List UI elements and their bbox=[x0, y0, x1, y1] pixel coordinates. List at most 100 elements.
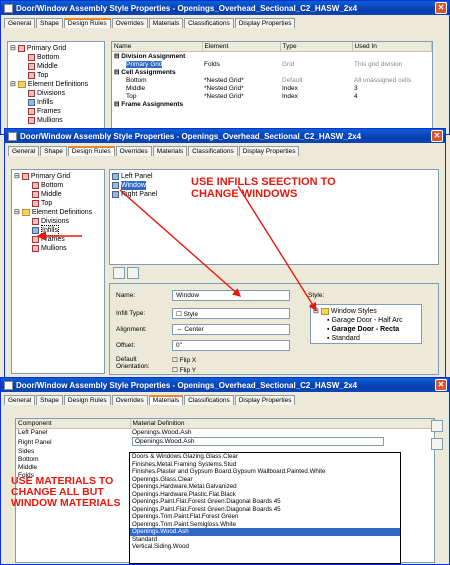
app-icon bbox=[4, 380, 13, 390]
column-header[interactable]: Component bbox=[16, 419, 131, 429]
tab-general[interactable]: General bbox=[4, 395, 36, 405]
folder-icon bbox=[17, 81, 26, 88]
tab-general[interactable]: General bbox=[8, 146, 40, 156]
tree-item[interactable]: Mullions bbox=[14, 244, 102, 253]
alignment-label: Alignment: bbox=[116, 326, 147, 333]
tab-materials[interactable]: Materials bbox=[152, 146, 188, 156]
remove-infill-button[interactable] bbox=[127, 267, 139, 279]
tab-display-properties[interactable]: Display Properties bbox=[238, 146, 300, 156]
tree-item[interactable]: ⊟ Window Styles bbox=[313, 307, 419, 316]
list-item[interactable]: Finishes.Metal.Framing Systems.Stud bbox=[130, 461, 400, 469]
tab-overrides[interactable]: Overrides bbox=[111, 18, 148, 28]
list-item[interactable]: Openings.Glass.Clear bbox=[130, 476, 400, 484]
tree-item[interactable]: Bottom bbox=[10, 53, 102, 62]
tree-item[interactable]: Infills bbox=[10, 98, 102, 107]
tab-materials[interactable]: Materials bbox=[148, 395, 184, 405]
material-display-button[interactable] bbox=[431, 438, 443, 450]
tab-design-rules[interactable]: Design Rules bbox=[63, 18, 111, 28]
close-icon[interactable]: ✕ bbox=[435, 379, 447, 391]
tab-shape[interactable]: Shape bbox=[36, 18, 63, 28]
tab-design-rules[interactable]: Design Rules bbox=[63, 395, 111, 405]
tree-item[interactable]: ⊟ Element Definitions bbox=[10, 80, 102, 89]
column-header[interactable]: Element bbox=[202, 42, 281, 52]
assignments-table: Name Element Type Used In ⊟ Division Assign… bbox=[111, 41, 433, 133]
column-header[interactable]: Type bbox=[280, 42, 353, 52]
table-row[interactable]: Primary Grid Folds Grid This grid division bbox=[112, 60, 432, 68]
column-header[interactable]: Used In bbox=[352, 42, 432, 52]
list-item[interactable]: Openings.Hardware.Metal.Galvanized bbox=[130, 483, 400, 491]
tree-item[interactable]: Bottom bbox=[14, 181, 102, 190]
name-label: Name: bbox=[116, 292, 136, 299]
tab-classifications[interactable]: Classifications bbox=[184, 395, 234, 405]
column-header[interactable]: Name bbox=[112, 42, 203, 52]
list-item[interactable]: Finishes.Plaster and Gypsum Board.Gypsum… bbox=[130, 468, 400, 476]
element-tree[interactable]: ⊟ Primary Grid Bottom Middle Top ⊟ Element… bbox=[7, 41, 105, 133]
tab-general[interactable]: General bbox=[4, 18, 36, 28]
list-item[interactable]: Openings.Paint.Flat.Forest Green.Diagona… bbox=[130, 506, 400, 514]
tab-shape[interactable]: Shape bbox=[36, 395, 63, 405]
dialog-title: Door/Window Assembly Style Properties - … bbox=[20, 131, 362, 141]
tree-item[interactable]: Middle bbox=[14, 190, 102, 199]
flip-y-checkbox[interactable]: ☐ Flip Y bbox=[172, 366, 196, 374]
alignment-select[interactable]: ⇔ Center bbox=[172, 324, 290, 335]
add-infill-button[interactable] bbox=[113, 267, 125, 279]
tab-classifications[interactable]: Classifications bbox=[184, 18, 234, 28]
flip-x-checkbox[interactable]: ☐ Flip X bbox=[172, 356, 196, 364]
tab-design-rules[interactable]: Design Rules bbox=[67, 146, 115, 156]
infill-type-select[interactable]: ☐ Style bbox=[172, 308, 290, 319]
close-icon[interactable]: ✕ bbox=[435, 2, 447, 14]
tree-item[interactable]: Top bbox=[14, 199, 102, 208]
tab-overrides[interactable]: Overrides bbox=[115, 146, 152, 156]
list-item[interactable]: Standard bbox=[130, 536, 400, 544]
table-row[interactable]: ⊟ Cell Assignments bbox=[112, 68, 432, 76]
grid-icon bbox=[17, 45, 25, 52]
material-dropdown-list[interactable]: Doors & Windows.Glazing.Glass.Clear Fini… bbox=[129, 452, 401, 564]
tree-item[interactable]: Divisions bbox=[10, 89, 102, 98]
table-row[interactable]: Middle *Nested Grid* Index 3 bbox=[112, 84, 432, 92]
tab-overrides[interactable]: Overrides bbox=[111, 395, 148, 405]
tree-item[interactable]: Top bbox=[10, 71, 102, 80]
tree-item[interactable]: Frames bbox=[10, 107, 102, 116]
tree-item[interactable]: Middle bbox=[10, 62, 102, 71]
infill-icon bbox=[28, 99, 35, 106]
list-item[interactable]: Openings.Trim.Paint.Flat.Forest Green bbox=[130, 513, 400, 521]
tree-item[interactable]: ▪ Standard bbox=[313, 334, 419, 343]
tab-display-properties[interactable]: Display Properties bbox=[234, 18, 296, 28]
tab-shape[interactable]: Shape bbox=[40, 146, 67, 156]
table-row[interactable]: Left Panel Openings.Wood.Ash bbox=[16, 429, 434, 437]
tree-item[interactable]: ⊟ Primary Grid bbox=[10, 44, 102, 53]
tree-item[interactable]: ⊟ Element Definitions bbox=[14, 208, 102, 217]
name-field[interactable]: Window bbox=[172, 290, 290, 301]
close-icon[interactable]: ✕ bbox=[431, 130, 443, 142]
style-tree[interactable]: ⊟ Window Styles ▪ Garage Door - Half Arc … bbox=[310, 304, 422, 344]
table-row[interactable]: Bottom *Nested Grid* Default All unassigned… bbox=[112, 76, 432, 84]
offset-field[interactable]: 0" bbox=[172, 340, 290, 351]
list-item[interactable]: Openings.Paint.Flat.Forest Green.Diagona… bbox=[130, 498, 400, 506]
table-row[interactable]: Right Panel Openings.Wood.Ash bbox=[16, 436, 434, 448]
tree-item[interactable]: Mullions bbox=[10, 116, 102, 125]
table-row[interactable]: ⊟ Frame Assignments bbox=[112, 100, 432, 108]
tab-display-properties[interactable]: Display Properties bbox=[234, 395, 296, 405]
tree-item-infills[interactable]: Infills bbox=[14, 225, 102, 236]
list-item-selected[interactable]: Openings.Wood.Ash bbox=[130, 528, 400, 536]
element-tree[interactable]: ⊟ Primary Grid Bottom Middle Top ⊟ Element… bbox=[11, 169, 105, 374]
dialog-materials: Door/Window Assembly Style Properties - … bbox=[0, 377, 450, 565]
list-item[interactable]: Doors & Windows.Glazing.Glass.Clear bbox=[130, 453, 400, 461]
material-select[interactable]: Openings.Wood.Ash bbox=[132, 436, 384, 446]
tree-item[interactable]: ⊟ Primary Grid bbox=[14, 172, 102, 181]
edit-material-button[interactable] bbox=[431, 420, 443, 432]
infill-icon bbox=[32, 227, 39, 234]
annotation-infills: USE INFILLS SEECTION TO CHANGE WINDOWS bbox=[191, 176, 336, 200]
table-row[interactable]: ⊟ Division Assignment bbox=[112, 52, 432, 60]
tab-materials[interactable]: Materials bbox=[148, 18, 184, 28]
list-item[interactable]: Openings.Hardware.Plastic.Flat.Black bbox=[130, 491, 400, 499]
tab-classifications[interactable]: Classifications bbox=[188, 146, 238, 156]
tree-item[interactable]: ▪ Garage Door - Recta bbox=[313, 325, 419, 334]
table-row[interactable]: Top *Nested Grid* Index 4 bbox=[112, 92, 432, 100]
tab-strip: General Shape Design Rules Overrides Mat… bbox=[1, 15, 449, 28]
list-item[interactable]: Openings.Trim.Paint.Semigloss.White bbox=[130, 521, 400, 529]
tree-item[interactable]: ▪ Garage Door - Half Arc bbox=[313, 316, 419, 325]
tree-item[interactable]: Frames bbox=[14, 235, 102, 244]
list-item[interactable]: Vertical.Siding.Wood bbox=[130, 543, 400, 551]
column-header[interactable]: Material Definition bbox=[130, 419, 434, 429]
